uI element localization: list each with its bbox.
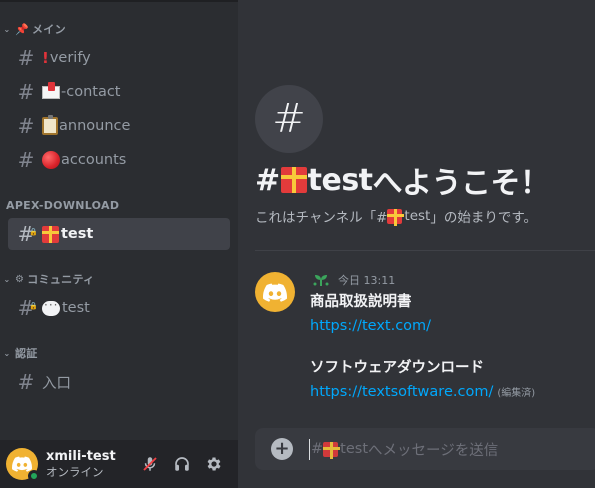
welcome-title-suffix: へようこそ！ (372, 166, 551, 201)
chevron-down-icon: ⌄ (3, 348, 11, 358)
message-link[interactable]: https://text.com/ (310, 316, 431, 336)
channel-label: 入口 (42, 375, 71, 392)
channel-contact[interactable]: # -contact (8, 76, 230, 108)
speech-bubble-icon (42, 298, 60, 316)
microphone-muted-icon (143, 457, 157, 471)
welcome-title-prefix: # (255, 162, 280, 198)
welcome-sub-suffix: 」の始まりです。 (430, 210, 537, 226)
channel-accounts[interactable]: # accounts (8, 144, 230, 176)
message-line: 商品取扱説明書 (310, 294, 412, 310)
sprout-icon (313, 275, 329, 286)
placeholder-suffix: へメッセージを送信 (368, 442, 499, 459)
channel-hash-icon: # (255, 85, 323, 153)
pushpin-icon: 📌 (15, 22, 29, 36)
category-main[interactable]: ⌄ 📌 メイン (2, 21, 66, 37)
user-status: オンライン (46, 465, 104, 479)
message-composer[interactable]: + # test へメッセージを送信 (255, 428, 595, 470)
category-label: メイン (32, 23, 66, 36)
envelope-icon (42, 85, 60, 99)
hash-icon: # (17, 148, 35, 172)
placeholder-channel: test (340, 441, 369, 457)
channel-announce[interactable]: # announce (8, 110, 230, 142)
gift-icon (323, 441, 341, 459)
message-header: 今日 13:11 (312, 272, 395, 288)
discord-logo-icon (263, 283, 287, 302)
placeholder-prefix: # (311, 441, 324, 457)
locked-hash-icon: # 🔒 (17, 222, 38, 246)
welcome-sub-prefix: これはチャンネル「# (255, 210, 388, 226)
clipboard-icon (42, 115, 58, 135)
category-apex-download[interactable]: APEX-DOWNLOAD (6, 197, 119, 213)
gift-icon (280, 167, 307, 193)
message-input[interactable]: # test へメッセージを送信 (309, 438, 499, 460)
sidebar-divider (0, 0, 238, 2)
gift-icon (387, 208, 405, 226)
user-info[interactable]: xmili-test オンライン (46, 449, 136, 479)
channel-label: verify (49, 50, 91, 66)
message-divider (255, 250, 595, 251)
welcome-title: # test へようこそ！ (255, 158, 550, 202)
welcome-subtitle: これはチャンネル「# test 」の始まりです。 (255, 206, 537, 226)
welcome-title-channel: test (307, 162, 373, 198)
mute-microphone-button[interactable] (138, 452, 162, 476)
hash-icon: # (17, 46, 35, 70)
attach-plus-button[interactable]: + (271, 438, 293, 460)
channel-label: accounts (61, 152, 127, 168)
channel-test-selected[interactable]: # 🔒 test (8, 218, 230, 250)
gear-icon (207, 457, 221, 471)
red-circle-icon (42, 151, 60, 169)
gift-icon (42, 225, 59, 243)
user-panel: xmili-test オンライン (0, 440, 238, 488)
channel-label: -contact (61, 84, 121, 100)
welcome-sub-channel: test (404, 208, 431, 224)
channel-label: announce (59, 118, 131, 134)
hash-icon: # (17, 114, 35, 138)
hash-icon: # (17, 370, 35, 394)
message-line-with-link: https://textsoftware.com/ (編集済) (310, 382, 535, 404)
channel-entrance[interactable]: # 入口 (8, 366, 230, 398)
category-verification[interactable]: ⌄ 認証 (2, 345, 38, 361)
headphones-icon (175, 457, 189, 471)
lock-icon: 🔒 (29, 302, 38, 310)
hash-icon: # (17, 80, 35, 104)
deafen-button[interactable] (170, 452, 194, 476)
category-label: 認証 (15, 347, 38, 360)
chat-area: # # test へようこそ！ これはチャンネル「# test 」の始まりです。… (238, 0, 595, 488)
channel-label: test (62, 300, 90, 316)
channel-sidebar: ⌄ 📌 メイン # ! verify # -contact # announce… (0, 0, 238, 488)
edited-label: (編集済) (497, 388, 536, 399)
message-link[interactable]: https://textsoftware.com/ (310, 384, 493, 400)
online-status-indicator (28, 470, 40, 482)
channel-label: test (61, 226, 94, 242)
user-settings-button[interactable] (202, 452, 226, 476)
username: xmili-test (46, 449, 116, 464)
channel-test-community[interactable]: #🔒 test (8, 292, 230, 324)
chevron-down-icon: ⌄ (3, 274, 11, 284)
chevron-down-icon: ⌄ (3, 24, 11, 34)
category-community[interactable]: ⌄ ⚙ コミュニティ (2, 271, 94, 287)
lock-icon: 🔒 (29, 228, 38, 236)
category-label: APEX-DOWNLOAD (6, 198, 120, 212)
message-line: ソフトウェアダウンロード (310, 360, 484, 376)
channel-verify[interactable]: # ! verify (8, 42, 230, 74)
exclamation-icon: ! (42, 49, 49, 67)
locked-hash-icon: # 🔒 (17, 296, 38, 320)
message-avatar[interactable] (255, 272, 295, 312)
message-timestamp: 今日 13:11 (338, 274, 396, 287)
gear-icon: ⚙ (15, 273, 25, 285)
avatar[interactable] (6, 448, 40, 482)
category-label: コミュニティ (27, 273, 95, 286)
